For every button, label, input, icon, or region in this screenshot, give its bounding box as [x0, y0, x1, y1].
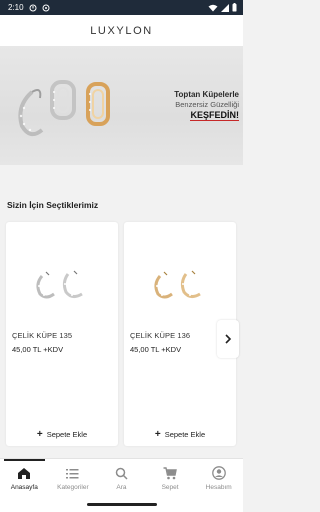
signal-icon [221, 3, 229, 12]
add-to-cart-label: Sepete Ekle [164, 430, 206, 439]
product-card[interactable]: ÇELİK KÜPE 135 45,00 TL +KDV + Sepete Ek… [6, 222, 118, 446]
add-to-cart-button[interactable]: + Sepete Ekle [6, 429, 118, 440]
nav-item-account[interactable]: Hesabım [194, 459, 243, 496]
status-time: 2:10 [8, 3, 24, 12]
product-name[interactable]: ÇELİK KÜPE 136 [130, 331, 190, 340]
nav-label: Sepet [161, 483, 179, 491]
home-gesture-handle[interactable] [86, 502, 157, 506]
add-to-cart-button[interactable]: + Sepete Ekle [124, 429, 236, 440]
banner-cta[interactable]: KEŞFEDİN! [174, 110, 239, 121]
promo-banner[interactable]: Toptan Küpelerle Benzersiz Güzelliği KEŞ… [0, 46, 243, 165]
banner-headline: Toptan Küpelerle [174, 90, 239, 99]
plus-icon: + [154, 429, 161, 440]
app-header: LUXYLON [0, 15, 243, 46]
cart-icon [163, 466, 177, 479]
product-price: 45,00 TL +KDV [130, 345, 182, 354]
battery-icon [232, 3, 237, 12]
list-icon [66, 468, 79, 478]
product-image [124, 240, 236, 328]
nav-item-search[interactable]: Ara [97, 459, 146, 496]
section-title: Sizin İçin Seçtiklerimiz [7, 200, 99, 210]
banner-cta-label: KEŞFEDİN! [190, 110, 239, 121]
nav-label: Ara [116, 483, 127, 491]
earring-image [36, 270, 83, 299]
banner-text: Toptan Küpelerle Benzersiz Güzelliği KEŞ… [174, 90, 239, 121]
account-icon [211, 466, 226, 480]
status-bar: 2:10 [0, 0, 243, 15]
wifi-icon [208, 4, 218, 11]
earring-image [154, 270, 201, 299]
system-navigation-bar [0, 496, 243, 512]
carousel-next-button[interactable] [217, 320, 239, 358]
plus-icon: + [36, 429, 43, 440]
notification-icon-2 [42, 4, 50, 11]
home-icon [18, 467, 31, 479]
earrings-image [18, 80, 110, 137]
nav-item-categories[interactable]: Kategoriler [49, 459, 98, 496]
search-icon [115, 467, 128, 480]
notification-icon [29, 4, 37, 11]
chevron-right-icon [225, 334, 232, 344]
nav-label: Hesabım [205, 483, 232, 491]
nav-item-home[interactable]: Anasayfa [0, 459, 49, 496]
product-name[interactable]: ÇELİK KÜPE 135 [12, 331, 72, 340]
brand-logo[interactable]: LUXYLON [90, 25, 153, 37]
bottom-navigation: Anasayfa Kategoriler Ara Sepet Hesabım [0, 458, 243, 496]
add-to-cart-label: Sepete Ekle [46, 430, 88, 439]
banner-subheadline: Benzersiz Güzelliği [175, 100, 239, 109]
product-price: 45,00 TL +KDV [12, 345, 64, 354]
nav-item-cart[interactable]: Sepet [146, 459, 195, 496]
product-image [6, 240, 118, 328]
nav-label: Anasayfa [10, 483, 38, 491]
nav-label: Kategoriler [57, 483, 89, 491]
